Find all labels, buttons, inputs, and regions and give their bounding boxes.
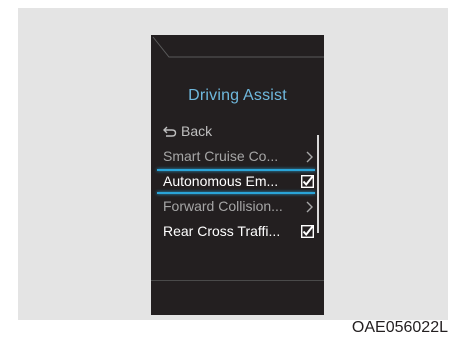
menu-item-autonomous-emergency-braking[interactable]: Autonomous Em...	[151, 169, 324, 194]
chevron-right-icon	[306, 151, 313, 163]
menu-item-label: Autonomous Em...	[163, 173, 279, 189]
figure-code: OAE056022L	[351, 319, 448, 336]
menu-title: Driving Assist	[188, 87, 287, 104]
menu-item-label: Forward Collision...	[163, 198, 283, 214]
menu-item-smart-cruise-control[interactable]: Smart Cruise Co...	[151, 144, 324, 169]
checkbox-checked-icon[interactable]	[301, 175, 314, 188]
back-label: Back	[181, 123, 213, 139]
menu-item-rear-cross-traffic[interactable]: Rear Cross Traffi...	[151, 219, 324, 244]
menu-item-label: Rear Cross Traffi...	[163, 223, 281, 239]
cluster-display: Driving Assist Back Smart Cruise Co... A…	[151, 35, 324, 315]
menu-list: Smart Cruise Co... Autonomous Em... Forw…	[151, 144, 324, 244]
scrollbar[interactable]	[317, 135, 319, 233]
menu-item-label: Smart Cruise Co...	[163, 148, 279, 164]
back-arrow-icon	[163, 126, 177, 137]
checkbox-checked-icon[interactable]	[301, 225, 314, 238]
selection-highlight-top	[157, 169, 315, 171]
menu-item-forward-collision[interactable]: Forward Collision...	[151, 194, 324, 219]
bottom-divider	[151, 280, 324, 281]
back-button[interactable]: Back	[163, 122, 212, 140]
chevron-right-icon	[306, 201, 313, 213]
